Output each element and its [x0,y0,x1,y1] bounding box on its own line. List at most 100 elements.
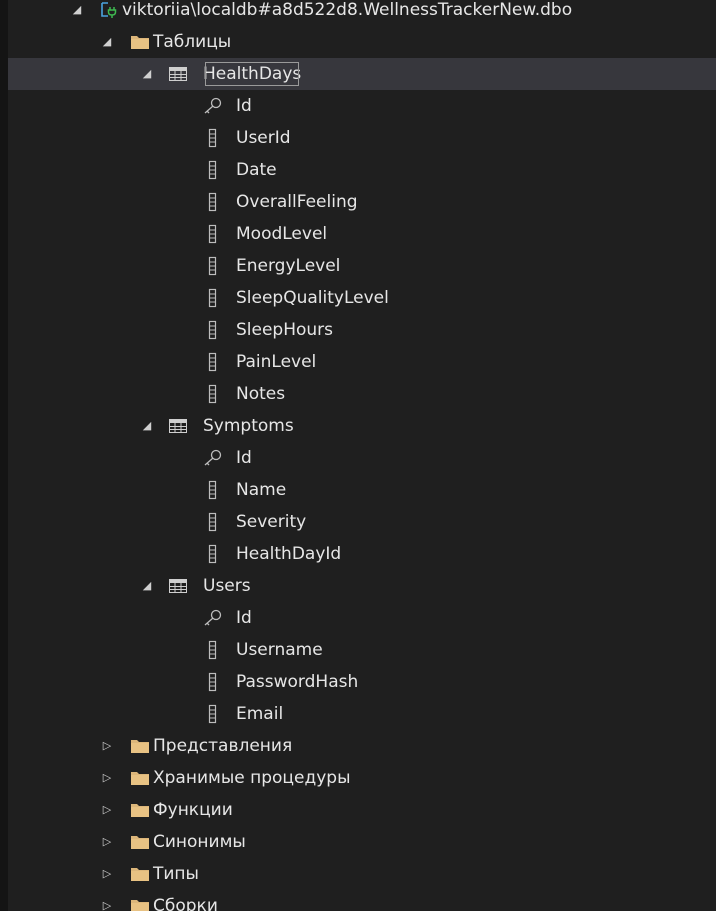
column-icon [203,218,223,250]
collapse-arrow-icon[interactable]: ▷ [100,826,114,858]
collapse-arrow-icon[interactable]: ▷ [100,858,114,890]
column-label: Severity [236,512,307,532]
column-icon [203,282,223,314]
folder-icon [130,794,150,826]
column-icon [203,698,223,730]
tree-node-column[interactable]: SleepQualityLevel [8,282,716,314]
column-label: OverallFeeling [236,192,358,212]
folder-label: Сборки [153,896,218,911]
tree-node-column[interactable]: HealthDayId [8,538,716,570]
expand-arrow-icon[interactable]: ◢ [140,58,154,90]
collapse-arrow-icon[interactable]: ▷ [100,762,114,794]
column-icon [203,154,223,186]
tree-node-column[interactable]: Severity [8,506,716,538]
tree-node-folder-assemblies[interactable]: ▷ Сборки [8,890,716,911]
column-label: Date [236,160,277,180]
column-label: Id [236,608,252,628]
tree-node-column[interactable]: MoodLevel [8,218,716,250]
column-icon [203,314,223,346]
folder-icon [130,858,150,890]
folder-label: Представления [153,736,293,756]
column-icon [203,538,223,570]
folder-icon [130,826,150,858]
key-icon [203,90,223,122]
tree-node-folder-views[interactable]: ▷ Представления [8,730,716,762]
folder-label: Типы [153,864,199,884]
expand-arrow-icon[interactable]: ◢ [140,410,154,442]
folder-icon [130,762,150,794]
table-label: HealthDays [201,58,303,90]
tree-node-column[interactable]: Date [8,154,716,186]
database-label: viktoriia\localdb#a8d522d8.WellnessTrack… [122,0,573,20]
tree-node-column[interactable]: SleepHours [8,314,716,346]
column-label: Name [236,480,287,500]
key-icon [203,602,223,634]
collapse-arrow-icon[interactable]: ▷ [100,890,114,911]
tree-node-column[interactable]: PasswordHash [8,666,716,698]
column-label: HealthDayId [236,544,342,564]
column-label: EnergyLevel [236,256,341,276]
table-label: Symptoms [203,416,294,436]
column-icon [203,250,223,282]
tree-node-column[interactable]: Id [8,90,716,122]
column-icon [203,506,223,538]
tree-node-folder-stored-procedures[interactable]: ▷ Хранимые процедуры [8,762,716,794]
column-icon [203,666,223,698]
expand-arrow-icon[interactable]: ◢ [100,26,114,58]
column-label: UserId [236,128,291,148]
tree-node-folder-types[interactable]: ▷ Типы [8,858,716,890]
column-label: MoodLevel [236,224,328,244]
table-icon [168,58,188,90]
table-label: Users [203,576,251,596]
tree-node-column[interactable]: Email [8,698,716,730]
server-explorer-tree: ◢ viktoriia\localdb#a8d522d8.WellnessTra… [8,0,716,911]
tree-node-table-healthdays[interactable]: ◢ HealthDays [8,58,716,90]
folder-label: Синонимы [153,832,246,852]
column-label: Id [236,96,252,116]
folder-label: Хранимые процедуры [153,768,351,788]
tree-node-column[interactable]: UserId [8,122,716,154]
collapse-arrow-icon[interactable]: ▷ [100,730,114,762]
column-label: Username [236,640,323,660]
left-edge-border [0,0,8,911]
column-label: Id [236,448,252,468]
column-icon [203,378,223,410]
table-icon [168,570,188,602]
tree-node-column[interactable]: PainLevel [8,346,716,378]
expand-arrow-icon[interactable]: ◢ [70,0,84,26]
tables-folder-label: Таблицы [153,32,232,52]
tree-node-folder-synonyms[interactable]: ▷ Синонимы [8,826,716,858]
database-connection-icon [99,0,119,26]
column-icon [203,122,223,154]
tree-node-database[interactable]: ◢ viktoriia\localdb#a8d522d8.WellnessTra… [8,0,716,26]
column-label: Email [236,704,284,724]
tree-node-column[interactable]: Notes [8,378,716,410]
column-label: PainLevel [236,352,317,372]
column-label: Notes [236,384,286,404]
key-icon [203,442,223,474]
column-label: SleepHours [236,320,334,340]
tree-node-table-symptoms[interactable]: ◢ Symptoms [8,410,716,442]
folder-label: Функции [153,800,233,820]
tree-node-table-users[interactable]: ◢ Users [8,570,716,602]
column-icon [203,474,223,506]
tree-node-tables-folder[interactable]: ◢ Таблицы [8,26,716,58]
expand-arrow-icon[interactable]: ◢ [140,570,154,602]
tree-node-column[interactable]: Id [8,442,716,474]
table-icon [168,410,188,442]
tree-node-column[interactable]: OverallFeeling [8,186,716,218]
tree-node-column[interactable]: Username [8,634,716,666]
folder-icon [130,26,150,58]
column-label: SleepQualityLevel [236,288,389,308]
column-icon [203,346,223,378]
tree-node-column[interactable]: EnergyLevel [8,250,716,282]
column-icon [203,186,223,218]
folder-icon [130,890,150,911]
folder-icon [130,730,150,762]
tree-node-column[interactable]: Id [8,602,716,634]
column-label: PasswordHash [236,672,359,692]
column-icon [203,634,223,666]
tree-node-column[interactable]: Name [8,474,716,506]
tree-node-folder-functions[interactable]: ▷ Функции [8,794,716,826]
collapse-arrow-icon[interactable]: ▷ [100,794,114,826]
